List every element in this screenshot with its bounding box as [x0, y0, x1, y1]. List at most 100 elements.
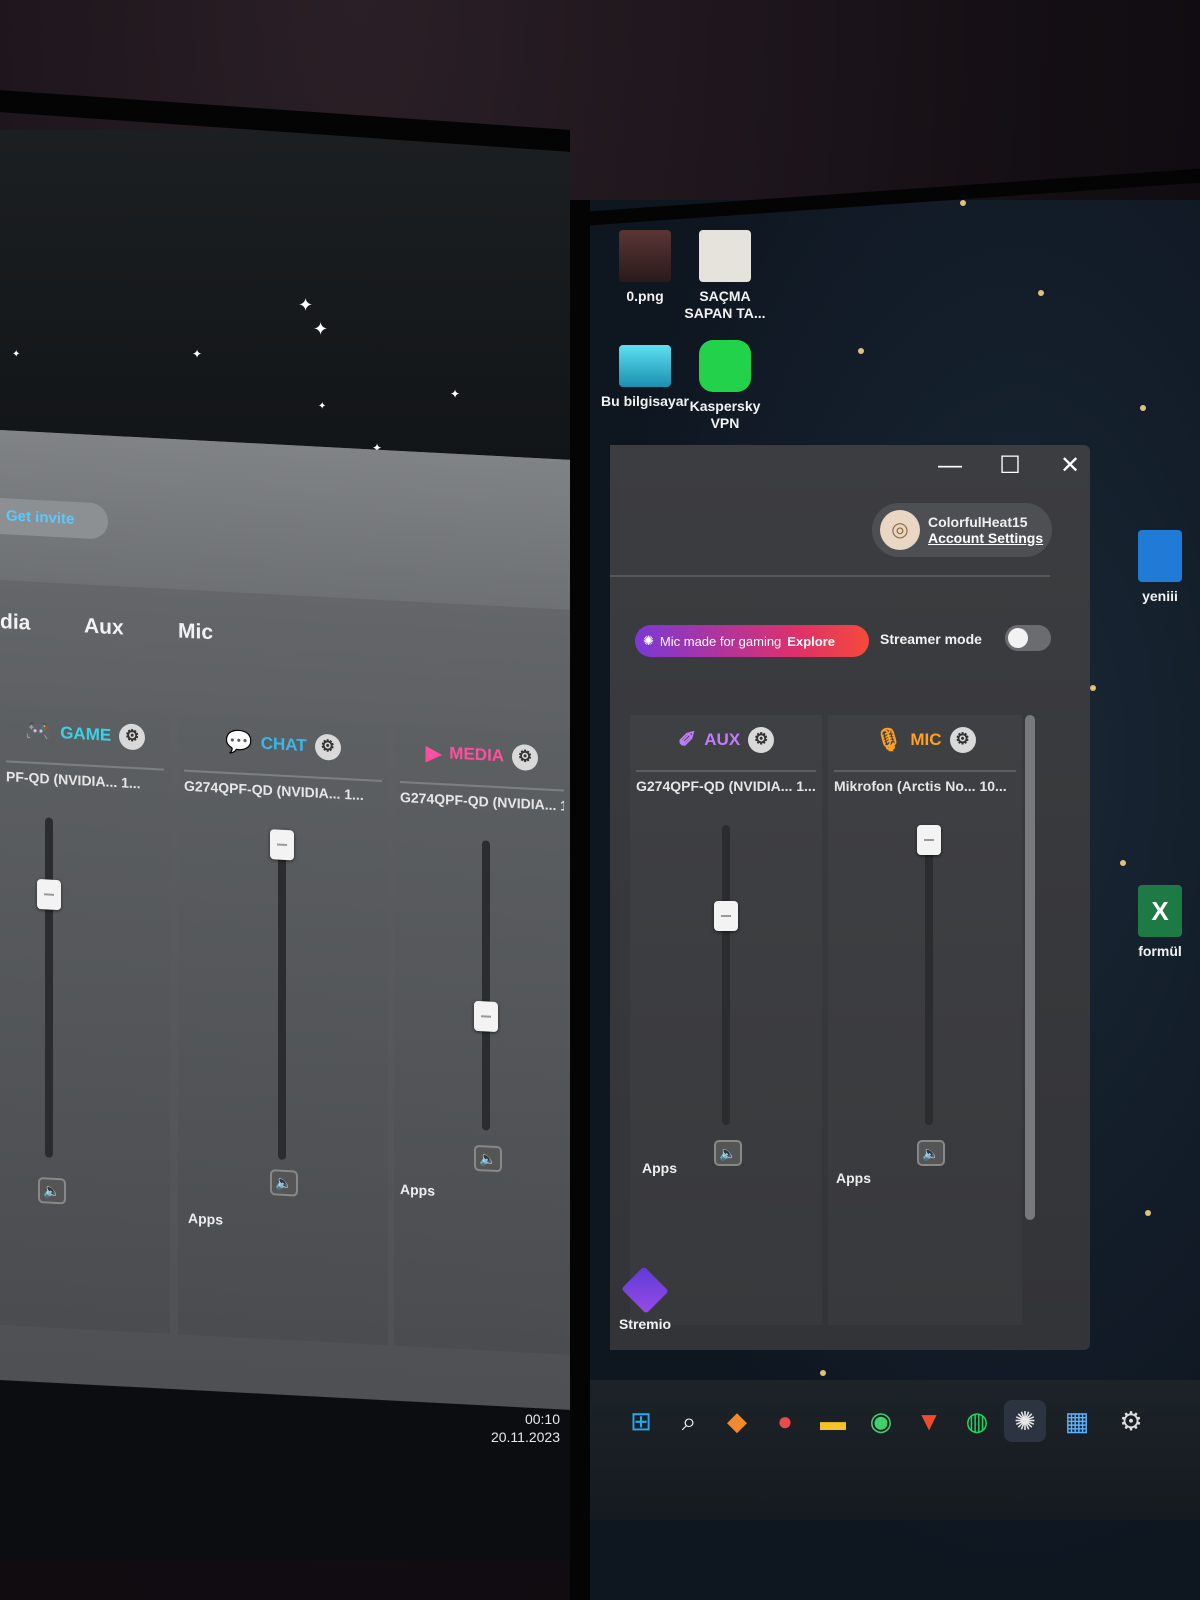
apps-label: Apps [836, 1170, 871, 1186]
channel-name: GAME [60, 723, 112, 745]
star-dot [820, 1370, 826, 1376]
account-name: ColorfulHeat15 [928, 514, 1028, 530]
star-icon: ✦ [450, 387, 461, 401]
start-icon[interactable]: ⊞ [620, 1400, 662, 1442]
streamer-mode-label: Streamer mode [880, 631, 982, 647]
apps-label: Apps [400, 1180, 435, 1199]
close-button[interactable]: ✕ [1050, 451, 1090, 481]
desktop-icon-yeniii[interactable]: yeniii [1125, 530, 1195, 605]
volume-slider-knob[interactable] [917, 825, 941, 855]
apps-label: Apps [642, 1160, 677, 1176]
star-dot [1120, 860, 1126, 866]
tab-media[interactable]: dia [0, 610, 30, 636]
photo-scene: ✦ ✦ ✦ ✦ ✦ ✦ ✦ Get invite dia Aux Mic 🎮 G… [0, 0, 1200, 1600]
output-device-select[interactable]: G274QPF-QD (NVIDIA... 1... [184, 769, 382, 811]
media-play-icon: ▶ [425, 741, 442, 765]
tab-aux[interactable]: Aux [84, 614, 124, 640]
store-icon[interactable]: ▦ [1056, 1400, 1098, 1442]
output-device-select[interactable]: PF-QD (NVIDIA... 1... [6, 760, 164, 799]
output-device-select[interactable]: G274QPF-QD (NVIDIA... 1... [400, 780, 564, 820]
volume-slider-knob[interactable] [37, 878, 61, 911]
excel-icon: X [1138, 885, 1182, 937]
right-monitor-screen: 0.png SAÇMA SAPAN TA... Bu bilgisayar Ka… [590, 200, 1200, 1600]
gear-icon[interactable]: ⚙ [314, 733, 341, 761]
chat-bubbles-icon: 💬 [225, 728, 253, 756]
copilot-icon[interactable]: ◆ [716, 1400, 758, 1442]
channel-name: MIC [910, 730, 942, 749]
gear-icon[interactable]: ⚙ [949, 727, 976, 753]
streamer-mode-toggle[interactable] [1005, 625, 1051, 651]
taskbar-clock[interactable]: 00:10 20.11.2023 [470, 1410, 560, 1446]
header-divider [610, 575, 1050, 577]
kaspersky-vpn-icon [699, 340, 751, 392]
speaker-icon[interactable]: 🔈 [714, 1140, 742, 1166]
explorer-icon[interactable]: ▬ [812, 1400, 854, 1442]
channel-game: 🎮 GAME ⚙ PF-QD (NVIDIA... 1... 🔈 [0, 705, 170, 1334]
desktop-icon-stremio[interactable]: Stremio [600, 1266, 690, 1333]
volume-slider-knob[interactable] [270, 829, 294, 861]
search-icon[interactable]: ⌕ [668, 1400, 710, 1442]
desktop-icon-sacma[interactable]: SAÇMA SAPAN TA... [680, 230, 770, 322]
channel-chat: 💬 CHAT ⚙ G274QPF-QD (NVIDIA... 1... 🔈 Ap… [178, 714, 388, 1346]
output-device-select[interactable]: G274QPF-QD (NVIDIA... 1... [636, 770, 816, 800]
gear-icon[interactable]: ⚙ [748, 727, 775, 753]
sonar-mixer-window-right: — ☐ ✕ ◎ ColorfulHeat15 Account Settings … [610, 445, 1090, 1350]
steelseries-icon[interactable]: ✺ [1004, 1400, 1046, 1442]
desktop-icon-kaspersky[interactable]: Kaspersky VPN [680, 340, 770, 432]
speaker-icon[interactable]: 🔈 [38, 1176, 66, 1205]
star-dot [1038, 290, 1044, 296]
speaker-icon[interactable]: 🔈 [270, 1169, 298, 1197]
star-icon: ✦ [313, 319, 329, 339]
explore-link[interactable]: Explore [787, 634, 835, 649]
desktop-icon-this-pc[interactable]: Bu bilgisayar [600, 345, 690, 410]
maximize-button[interactable]: ☐ [990, 451, 1030, 481]
minimize-button[interactable]: — [930, 451, 970, 481]
sonar-mixer-window-left: Get invite dia Aux Mic 🎮 GAME ⚙ PF-QD (N… [0, 430, 570, 1410]
volume-slider-track[interactable] [482, 840, 490, 1131]
desktop-icon-formul[interactable]: X formül [1125, 885, 1195, 960]
app-icon [1138, 530, 1182, 582]
volume-slider-knob[interactable] [714, 900, 738, 931]
gear-icon[interactable]: ⚙ [119, 723, 146, 751]
stremio-icon [621, 1266, 669, 1314]
account-pill[interactable]: ◎ ColorfulHeat15 Account Settings [872, 503, 1052, 557]
input-device-select[interactable]: Mikrofon (Arctis No... 10... [834, 770, 1016, 800]
brave-icon[interactable]: ▼ [908, 1400, 950, 1442]
apps-label: Apps [188, 1209, 223, 1228]
star-dot [960, 200, 966, 206]
tab-mic[interactable]: Mic [178, 619, 213, 645]
volume-slider-track[interactable] [722, 825, 730, 1125]
get-invite-button[interactable]: Get invite [0, 498, 108, 540]
volume-slider-knob[interactable] [474, 1001, 498, 1033]
monitor-bezel [570, 200, 590, 1600]
spotify-icon[interactable]: ◍ [956, 1400, 998, 1442]
clock-date: 20.11.2023 [490, 1429, 560, 1445]
volume-slider-track[interactable] [45, 817, 53, 1158]
channel-name: MEDIA [449, 743, 505, 766]
speaker-icon[interactable]: 🔈 [474, 1144, 502, 1173]
star-icon: ✦ [298, 295, 314, 315]
speaker-icon[interactable]: 🔈 [917, 1140, 945, 1166]
promo-text: Mic made for gaming [659, 633, 782, 649]
promo-banner[interactable]: ✺ Mic made for gaming Explore [635, 625, 869, 657]
star-icon: ✦ [192, 347, 203, 361]
star-icon: ✦ [318, 401, 327, 412]
left-monitor-screen: ✦ ✦ ✦ ✦ ✦ ✦ ✦ Get invite dia Aux Mic 🎮 G… [0, 130, 570, 1560]
channel-header: ✐ AUX ⚙ [630, 715, 822, 765]
steelseries-logo-icon: ✺ [643, 633, 654, 648]
gear-icon[interactable]: ⚙ [512, 743, 539, 772]
settings-icon[interactable]: ⚙ [1110, 1400, 1152, 1442]
volume-slider-track[interactable] [278, 829, 286, 1160]
scrollbar[interactable] [1025, 715, 1035, 1220]
account-settings-link[interactable]: Account Settings [928, 530, 1043, 546]
channel-name: CHAT [260, 733, 307, 756]
whatsapp-icon[interactable]: ◉ [860, 1400, 902, 1442]
volume-slider-track[interactable] [925, 825, 933, 1125]
gamepad-icon: 🎮 [24, 718, 53, 745]
clock-time: 00:10 [524, 1411, 560, 1427]
chat-icon[interactable]: ● [764, 1400, 806, 1442]
channel-media: ▶ MEDIA ⚙ G274QPF-QD (NVIDIA... 1... 🔈 A… [394, 725, 570, 1355]
computer-icon [619, 345, 671, 387]
star-dot [1140, 405, 1146, 411]
desktop-icon-0png[interactable]: 0.png [600, 230, 690, 305]
